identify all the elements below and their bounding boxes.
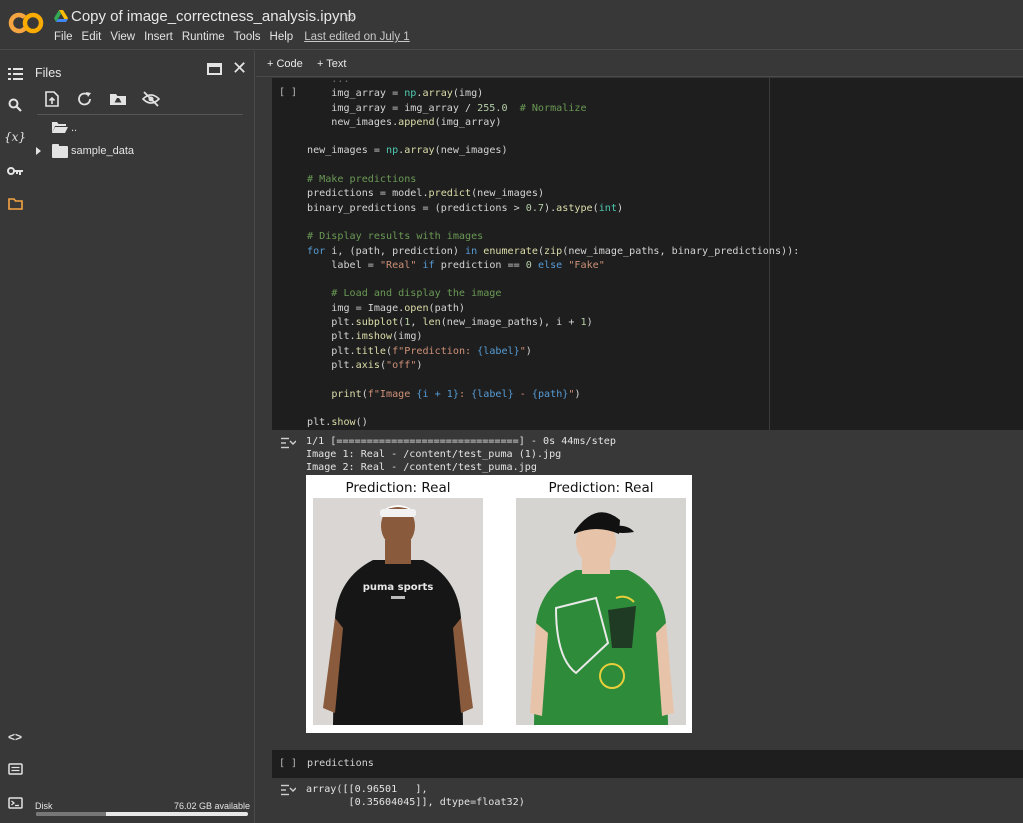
code-line-partial: ... <box>307 74 350 85</box>
colab-logo[interactable] <box>8 9 44 37</box>
files-folder-icon[interactable] <box>6 195 24 213</box>
subplot-title: Prediction: Real <box>548 480 654 496</box>
prediction-image-2 <box>516 498 686 725</box>
menu-file[interactable]: File <box>54 31 73 43</box>
code-snippets-icon[interactable]: <> <box>6 728 24 746</box>
notebook-title[interactable]: Copy of image_correctness_analysis.ipynb <box>71 8 356 25</box>
disk-label: Disk <box>35 801 53 811</box>
code-line: plt.subplot(1, len(new_image_paths), i +… <box>307 317 593 329</box>
expand-caret-icon[interactable] <box>36 147 41 155</box>
files-panel: Files ✕ .. sample_data Disk 76.02 GB ava… <box>31 51 255 823</box>
run-cell-button[interactable]: [ ] <box>279 758 297 769</box>
divider <box>37 114 243 115</box>
cell-output: array([[0.96501 ], [0.35604045]], dtype=… <box>272 778 1023 823</box>
notebook-area: [ ] ... img_array = np.array(img) img_ar… <box>256 74 1023 823</box>
code-line: # Display results with images <box>307 231 484 243</box>
cell-output: 1/1 [==============================] - 0… <box>272 430 1023 748</box>
tree-item-label: .. <box>71 122 78 134</box>
code-line: plt.axis("off") <box>307 359 423 371</box>
code-line: print(f"Image {i + 1}: {label} - {path}"… <box>331 388 581 400</box>
prediction-image-1: puma sports <box>313 498 483 725</box>
stdout-line: [0.35604045]], dtype=float32) <box>306 797 525 808</box>
open-folder-icon <box>52 122 68 133</box>
code-line: # Make predictions <box>307 174 417 186</box>
mount-drive-icon[interactable] <box>109 91 127 107</box>
code-line: new_images.append(img_array) <box>307 116 502 128</box>
menu-view[interactable]: View <box>110 31 135 43</box>
files-panel-title: Files <box>35 66 62 80</box>
left-rail: {x} <> <box>0 51 31 823</box>
add-text-button[interactable]: + Text <box>317 58 346 70</box>
output-toggle-icon[interactable] <box>280 437 296 449</box>
menu-insert[interactable]: Insert <box>144 31 173 43</box>
code-line: binary_predictions = (predictions > 0.7)… <box>307 202 624 214</box>
table-of-contents-icon[interactable] <box>6 65 24 83</box>
command-palette-icon[interactable] <box>6 760 24 778</box>
menu-tools[interactable]: Tools <box>234 31 261 43</box>
code-line: img = Image.open(path) <box>307 302 466 314</box>
code-line: plt.imshow(img) <box>307 331 423 343</box>
stdout-line: 1/1 [==============================] - 0… <box>306 436 616 447</box>
code-editor[interactable]: ... img_array = np.array(img) img_array … <box>307 73 799 430</box>
app-header: Copy of image_correctness_analysis.ipynb… <box>0 0 1023 50</box>
google-drive-icon[interactable] <box>54 10 68 23</box>
menu-runtime[interactable]: Runtime <box>182 31 225 43</box>
disk-usage-fill <box>36 812 106 816</box>
code-line: new_images = np.array(new_images) <box>307 145 508 157</box>
run-cell-button[interactable]: [ ] <box>279 87 297 98</box>
close-icon[interactable]: ✕ <box>232 58 247 78</box>
code-editor[interactable]: predictions <box>307 758 374 771</box>
code-line: plt.show() <box>307 417 368 429</box>
disk-usage-bar <box>36 812 248 816</box>
menu-bar: File Edit View Insert Runtime Tools Help… <box>54 31 419 43</box>
tree-item-parent[interactable]: .. <box>31 120 241 138</box>
code-line: plt.title(f"Prediction: {label}") <box>307 345 532 357</box>
menu-help[interactable]: Help <box>270 31 294 43</box>
output-toggle-icon[interactable] <box>280 784 296 796</box>
stdout-line: Image 1: Real - /content/test_puma (1).j… <box>306 449 562 460</box>
code-line: for i, (path, prediction) in enumerate(z… <box>307 245 800 257</box>
tree-item-sample-data[interactable]: sample_data <box>31 143 241 161</box>
matplotlib-figure: Prediction: Real Prediction: Real puma s… <box>306 475 692 733</box>
code-line: img_array = np.array(img) <box>307 88 484 100</box>
star-icon[interactable]: ☆ <box>343 8 356 26</box>
add-code-button[interactable]: + Code <box>267 58 303 70</box>
last-edited-link[interactable]: Last edited on July 1 <box>304 31 410 43</box>
disk-available: 76.02 GB available <box>174 801 251 811</box>
code-line: # Load and display the image <box>307 288 502 300</box>
search-icon[interactable] <box>6 96 24 114</box>
stdout-line: Image 2: Real - /content/test_puma.jpg <box>306 462 537 473</box>
shirt-print-text: puma sports <box>363 582 434 593</box>
folder-icon <box>52 144 68 158</box>
code-line: img_array = img_array / 255.0 # Normaliz… <box>307 102 587 114</box>
code-cell[interactable]: [ ] ... img_array = np.array(img) img_ar… <box>272 74 1023 430</box>
terminal-icon[interactable] <box>6 794 24 812</box>
refresh-icon[interactable] <box>76 91 94 107</box>
tree-item-label: sample_data <box>71 145 134 157</box>
open-in-tab-icon[interactable] <box>207 63 222 75</box>
code-line: label = "Real" if prediction == 0 else "… <box>307 259 605 271</box>
menu-edit[interactable]: Edit <box>82 31 102 43</box>
secrets-key-icon[interactable] <box>6 162 24 180</box>
hide-files-eye-icon[interactable] <box>142 91 160 107</box>
code-line: predictions = model.predict(new_images) <box>307 188 545 200</box>
upload-file-icon[interactable] <box>43 91 61 107</box>
code-cell[interactable]: [ ] predictions <box>272 750 1023 778</box>
stdout-line: array([[0.96501 ], <box>306 784 428 795</box>
subplot-title: Prediction: Real <box>345 480 451 496</box>
variables-icon[interactable]: {x} <box>4 128 26 146</box>
